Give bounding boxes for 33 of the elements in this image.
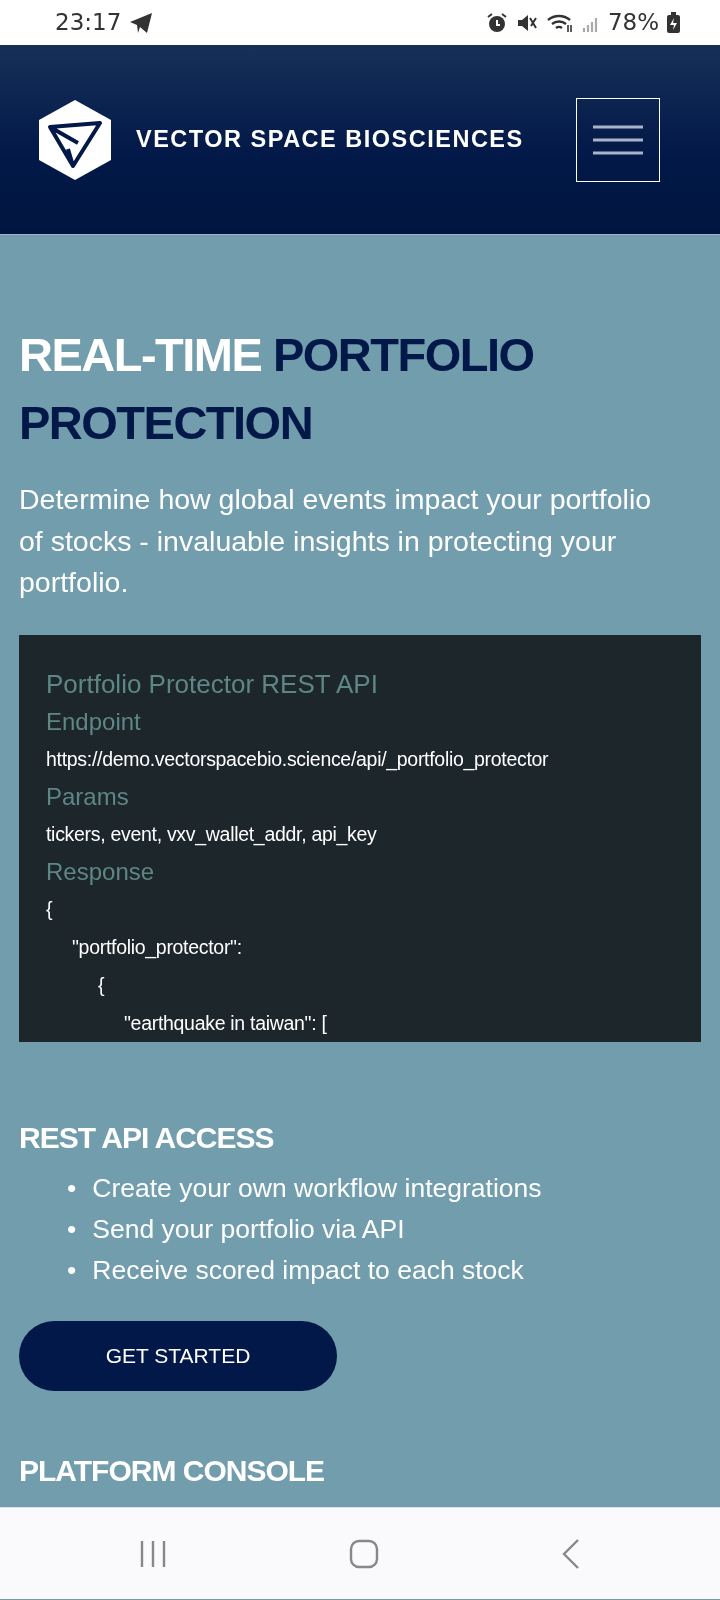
code-label: Params	[46, 783, 129, 811]
code-line: https://demo.vectorspacebio.science/api/_portfolio_protector	[46, 748, 549, 771]
code-line: {	[46, 898, 53, 921]
home-icon[interactable]	[349, 1538, 379, 1569]
section-heading: REST API ACCESS	[19, 1120, 275, 1157]
battery-icon	[667, 11, 680, 34]
code-label: Endpoint	[46, 708, 141, 736]
bullet-text: Send your portfolio via API	[92, 1213, 405, 1247]
alarm-icon	[485, 11, 508, 34]
get-started-button[interactable]: GET STARTED	[19, 1321, 337, 1392]
code-line: {	[98, 974, 105, 997]
bullet-marker: •	[67, 1213, 77, 1247]
bullet-marker: •	[67, 1254, 77, 1288]
logo-icon	[38, 98, 112, 181]
brand-name: VECTOR SPACE BIOSCIENCES	[136, 124, 524, 154]
page-heading: REAL-TIME PORTFOLIO PROTECTION	[19, 327, 535, 452]
code-line: "portfolio_protector":	[72, 936, 242, 959]
code-line: tickers, event, vxv_wallet_addr, api_key	[46, 823, 377, 846]
code-label: Response	[46, 858, 155, 886]
paper-plane-icon	[129, 11, 154, 34]
menu-button[interactable]	[576, 97, 660, 182]
code-line: "earthquake in taiwan": [	[124, 1012, 327, 1035]
bullet-text: Create your own workflow integrations	[92, 1172, 542, 1206]
recent-apps-icon[interactable]	[139, 1538, 167, 1569]
bullet-marker: •	[67, 1172, 77, 1206]
section-heading: PLATFORM CONSOLE	[19, 1453, 326, 1490]
battery-percent: 78%	[607, 8, 659, 38]
code-title: Portfolio Protector REST API	[46, 669, 378, 700]
back-icon[interactable]	[561, 1537, 581, 1570]
bullet-text: Receive scored impact to each stock	[92, 1254, 524, 1288]
hero-description: Determine how global events impact your portfolio of stocks - invaluable insights in protecting your portfolio.	[19, 482, 653, 600]
clock-time: 23:17	[55, 8, 122, 38]
menu-icon	[593, 124, 643, 155]
